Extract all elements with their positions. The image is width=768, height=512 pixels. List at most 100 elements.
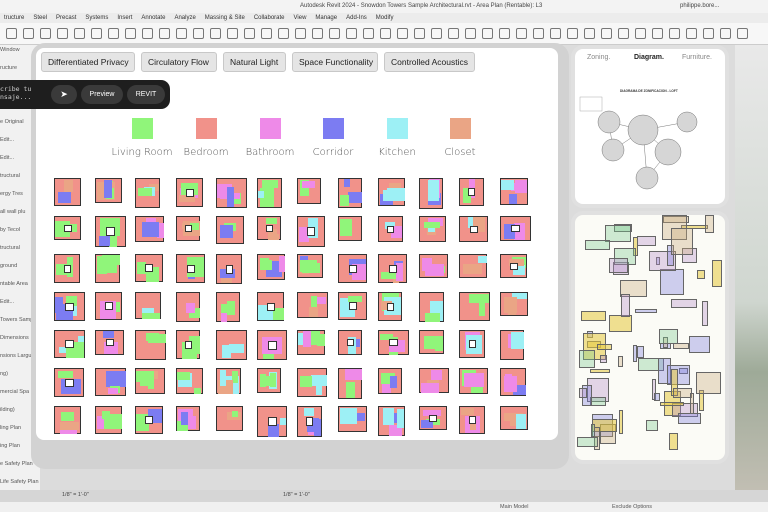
floor-plan-variant[interactable]	[378, 368, 402, 394]
revit-menu-item[interactable]: Annotate	[141, 15, 165, 21]
ribbon-tool-icon[interactable]	[295, 28, 306, 39]
floor-plan-variant[interactable]	[135, 254, 163, 282]
floor-plan-variant[interactable]	[418, 368, 449, 393]
floor-plan-variant[interactable]	[256, 292, 284, 321]
ribbon-tool-icon[interactable]	[482, 28, 493, 39]
floor-plan-variant[interactable]	[459, 216, 488, 242]
floor-plan-variant[interactable]	[216, 330, 247, 360]
ribbon-tool-icon[interactable]	[142, 28, 153, 39]
revit-menu-item[interactable]: Add-Ins	[346, 15, 367, 21]
floor-plan-variant[interactable]	[337, 330, 362, 355]
floor-plan-variant[interactable]	[378, 254, 407, 283]
floor-plan-variant[interactable]	[297, 330, 325, 355]
ribbon-tool-icon[interactable]	[40, 28, 51, 39]
floor-plan-variant[interactable]	[297, 178, 321, 204]
ribbon-tool-icon[interactable]	[652, 28, 663, 39]
floor-plan-variant[interactable]	[459, 330, 485, 358]
revit-menu-item[interactable]: Steel	[33, 15, 47, 21]
tab-differentiated-privacy[interactable]: Differentiated Privacy	[41, 52, 135, 72]
floor-plan-variant[interactable]	[297, 254, 323, 278]
floor-plan-variant[interactable]	[459, 254, 487, 278]
floor-plan-variant[interactable]	[337, 292, 367, 320]
floor-plan-variant[interactable]	[135, 330, 166, 360]
floor-plan-variant[interactable]	[256, 406, 287, 437]
tab-diagram[interactable]: Diagram.	[634, 54, 664, 61]
ribbon-tool-icon[interactable]	[465, 28, 476, 39]
floor-plan-variant[interactable]	[378, 216, 403, 242]
floor-plan-variant[interactable]	[378, 292, 402, 321]
ribbon-tool-icon[interactable]	[669, 28, 680, 39]
floor-plan-variant[interactable]	[297, 406, 322, 437]
floor-plan-variant[interactable]	[459, 178, 484, 206]
floor-plan-variant[interactable]	[175, 216, 200, 241]
revit-menu-item[interactable]: tructure	[4, 15, 24, 21]
revit-menu-item[interactable]: Massing & Site	[205, 15, 245, 21]
ribbon-tool-icon[interactable]	[363, 28, 374, 39]
floor-plan-variant[interactable]	[216, 216, 244, 244]
ribbon-tool-icon[interactable]	[737, 28, 748, 39]
tab-natural-light[interactable]: Natural Light	[223, 52, 286, 72]
ribbon-tool-icon[interactable]	[57, 28, 68, 39]
revit-menu-item[interactable]: Collaborate	[254, 15, 285, 21]
send-arrow-icon[interactable]: ➤	[51, 85, 77, 104]
floor-plan-variant[interactable]	[175, 330, 200, 359]
floor-plan-variant[interactable]	[499, 178, 528, 205]
ribbon-tool-icon[interactable]	[210, 28, 221, 39]
floor-plan-variant[interactable]	[418, 178, 443, 209]
floor-plan-variant[interactable]	[499, 254, 527, 278]
tab-controlled-acoustics[interactable]: Controlled Acoustics	[384, 52, 475, 72]
ribbon-tool-icon[interactable]	[91, 28, 102, 39]
floor-plan-variant[interactable]	[216, 406, 243, 431]
tab-circulatory-flow[interactable]: Circulatory Flow	[141, 52, 217, 72]
floor-plan-variant[interactable]	[135, 406, 163, 434]
floor-plan-variant[interactable]	[418, 216, 446, 242]
ribbon-tool-icon[interactable]	[23, 28, 34, 39]
floor-plan-variant[interactable]	[256, 178, 282, 208]
floor-plan-variant[interactable]	[337, 368, 362, 399]
floor-plan-variant[interactable]	[459, 292, 490, 321]
ribbon-tool-icon[interactable]	[601, 28, 612, 39]
floor-plan-variant[interactable]	[256, 254, 285, 280]
floor-plan-variant[interactable]	[499, 216, 531, 241]
ribbon-tool-icon[interactable]	[397, 28, 408, 39]
status-main-model[interactable]: Main Model	[500, 504, 528, 510]
floor-plan-variant[interactable]	[135, 292, 161, 319]
user-name[interactable]: philippe.bore...	[680, 3, 719, 9]
preview-button[interactable]: Preview	[81, 85, 123, 104]
ribbon-tool-icon[interactable]	[431, 28, 442, 39]
floor-plan-variant[interactable]	[94, 254, 120, 283]
floor-plan-variant[interactable]	[297, 368, 327, 397]
floor-plan-variant[interactable]	[459, 406, 485, 434]
ribbon-tool-icon[interactable]	[346, 28, 357, 39]
floor-plan-variant[interactable]	[175, 254, 205, 283]
floor-plan-variant[interactable]	[54, 178, 81, 206]
floor-plan-variant[interactable]	[378, 330, 409, 355]
ribbon-tool-icon[interactable]	[550, 28, 561, 39]
floor-plan-variant[interactable]	[337, 254, 367, 283]
ribbon-tool-icon[interactable]	[635, 28, 646, 39]
ribbon-tool-icon[interactable]	[227, 28, 238, 39]
floor-plan-variant[interactable]	[418, 406, 447, 430]
ribbon-tool-icon[interactable]	[686, 28, 697, 39]
floor-plan-variant[interactable]	[175, 292, 200, 322]
floor-plan-variant[interactable]	[135, 216, 164, 242]
floor-plan-variant[interactable]	[499, 406, 528, 430]
floor-plan-variant[interactable]	[135, 178, 160, 208]
floor-plan-variant[interactable]	[418, 330, 444, 354]
revit-menu-item[interactable]: Manage	[315, 15, 337, 21]
ribbon-tool-icon[interactable]	[312, 28, 323, 39]
floor-plan-variant[interactable]	[499, 330, 524, 360]
ribbon-tool-icon[interactable]	[584, 28, 595, 39]
floor-plan-variant[interactable]	[216, 368, 241, 394]
revit-menu-item[interactable]: Systems	[85, 15, 108, 21]
ribbon-tool-icon[interactable]	[703, 28, 714, 39]
floor-plan-variant[interactable]	[256, 330, 287, 360]
view-scale-label-2[interactable]: 1/8" = 1'-0"	[283, 492, 310, 498]
ribbon-tool-icon[interactable]	[329, 28, 340, 39]
ribbon-tool-icon[interactable]	[261, 28, 272, 39]
floor-plan-variant[interactable]	[54, 330, 85, 358]
floor-plan-variant[interactable]	[297, 292, 328, 318]
floor-plan-variant[interactable]	[216, 178, 247, 208]
ribbon-tool-icon[interactable]	[193, 28, 204, 39]
ribbon-tool-icon[interactable]	[125, 28, 136, 39]
